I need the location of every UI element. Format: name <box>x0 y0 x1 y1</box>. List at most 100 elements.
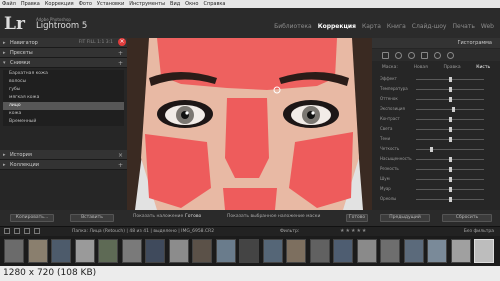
slider-handle[interactable] <box>449 177 452 182</box>
slider-handle[interactable] <box>449 127 452 132</box>
menu-window[interactable]: Окно <box>185 0 198 8</box>
history-header[interactable]: ▸ История × <box>0 150 127 160</box>
tab-edit[interactable]: Правка <box>443 65 460 70</box>
module-book[interactable]: Книга <box>387 23 406 30</box>
menu-edit[interactable]: Правка <box>21 0 40 8</box>
slider-handle[interactable] <box>449 197 452 202</box>
filmstrip-thumbnail[interactable] <box>51 239 71 263</box>
module-map[interactable]: Карта <box>362 23 381 30</box>
module-library[interactable]: Библиотека <box>274 23 312 30</box>
slider-handle[interactable] <box>429 147 433 152</box>
slider-handle[interactable] <box>449 87 452 92</box>
slider-handle[interactable] <box>449 117 452 122</box>
radial-filter-icon[interactable] <box>434 51 441 59</box>
clear-icon[interactable]: × <box>118 152 123 159</box>
copy-button[interactable]: Копировать... <box>10 214 54 222</box>
graduated-filter-icon[interactable] <box>421 51 428 59</box>
adjustment-brush-icon[interactable] <box>447 51 454 59</box>
slider-row[interactable]: Температура <box>372 86 500 93</box>
menu-help[interactable]: Справка <box>203 0 225 8</box>
red-eye-icon[interactable] <box>408 51 415 59</box>
filmstrip-thumbnail[interactable] <box>380 239 400 263</box>
slider-row[interactable]: Эффект <box>372 76 500 83</box>
slider-row[interactable]: Резкость <box>372 166 500 173</box>
slider-track[interactable] <box>416 109 484 110</box>
show-mask-toggle[interactable]: Показать наложение <box>133 214 183 219</box>
filmstrip-thumbnail[interactable] <box>215 239 236 263</box>
menu-develop[interactable]: Коррекция <box>45 0 74 8</box>
filmstrip-thumbnail[interactable] <box>145 239 165 263</box>
filmstrip-thumbnail[interactable] <box>168 239 189 263</box>
module-web[interactable]: Web <box>481 23 494 30</box>
filmstrip-thumbnail[interactable] <box>192 239 212 263</box>
list-item[interactable]: мягкая кожа <box>3 94 124 102</box>
back-icon[interactable] <box>24 228 30 234</box>
filmstrip-thumbnail[interactable] <box>309 239 330 263</box>
done-toggle[interactable]: Готово <box>185 214 201 219</box>
list-item[interactable]: волосы <box>3 78 124 86</box>
slider-handle[interactable] <box>449 167 452 172</box>
filmstrip-thumbnail[interactable] <box>450 239 471 263</box>
forward-icon[interactable] <box>34 228 40 234</box>
grid-icon[interactable] <box>4 228 10 234</box>
filmstrip-thumbnail[interactable] <box>121 239 142 263</box>
filmstrip-thumbnail[interactable] <box>403 239 424 263</box>
slider-row[interactable]: Тени <box>372 136 500 143</box>
slider-handle[interactable] <box>449 137 452 142</box>
filmstrip-thumbnail[interactable] <box>98 239 118 263</box>
slider-track[interactable] <box>416 149 484 150</box>
tab-brush[interactable]: Кисть <box>476 65 490 70</box>
slider-handle[interactable] <box>449 97 452 102</box>
filmstrip-thumbnail[interactable] <box>333 239 353 263</box>
filter-select[interactable]: Без фильтра <box>464 229 494 234</box>
module-slideshow[interactable]: Слайд-шоу <box>412 23 447 30</box>
filmstrip-thumbnail[interactable] <box>286 239 306 263</box>
slider-row[interactable]: Ореолы <box>372 196 500 203</box>
filmstrip-thumbnail[interactable] <box>239 239 259 263</box>
filmstrip-path[interactable]: Папка: Лица (Retouch) | 48 из 41 | выдел… <box>72 229 214 234</box>
star-filter[interactable]: ★★★★★ <box>340 228 367 234</box>
slider-row[interactable]: Муар <box>372 186 500 193</box>
done-button[interactable]: Готово <box>346 214 368 222</box>
slider-row[interactable]: Шум <box>372 176 500 183</box>
auto-mask-checkbox[interactable]: Показать выбранное наложение маски <box>227 214 320 219</box>
list-item[interactable]: Бархатная кожа <box>3 70 124 78</box>
slider-row[interactable]: Экспозиция <box>372 106 500 113</box>
filmstrip-thumbnail[interactable] <box>74 239 95 263</box>
loupe-icon[interactable] <box>14 228 20 234</box>
list-item-selected[interactable]: лицо <box>3 102 124 110</box>
slider-handle[interactable] <box>449 77 452 82</box>
crop-icon[interactable] <box>382 51 389 59</box>
add-preset-icon[interactable]: + <box>118 50 123 57</box>
filmstrip-thumbnail[interactable] <box>4 239 24 263</box>
reset-button[interactable]: Сбросить <box>442 214 492 222</box>
navigator-header[interactable]: ▸ Навигатор FIT FILL 1:1 3:1 × <box>0 38 127 48</box>
zoom-options[interactable]: FIT FILL 1:1 3:1 <box>79 40 113 45</box>
menu-view[interactable]: Вид <box>170 0 180 8</box>
paste-button[interactable]: Вставить <box>70 214 114 222</box>
module-develop[interactable]: Коррекция <box>318 23 356 30</box>
filmstrip-thumbnail[interactable] <box>474 239 494 263</box>
add-snapshot-icon[interactable]: + <box>118 60 123 67</box>
menu-tools[interactable]: Инструменты <box>129 0 165 8</box>
filmstrip-thumbnail[interactable] <box>27 239 48 263</box>
list-item[interactable]: Временный <box>3 118 124 126</box>
tab-new[interactable]: Новая <box>414 65 428 70</box>
slider-handle[interactable] <box>452 107 456 112</box>
presets-header[interactable]: ▸ Пресеты + <box>0 48 127 58</box>
module-print[interactable]: Печать <box>452 23 474 30</box>
slider-row[interactable]: Контраст <box>372 116 500 123</box>
collections-header[interactable]: ▸ Коллекции + <box>0 160 127 170</box>
list-item[interactable]: губы <box>3 86 124 94</box>
slider-row[interactable]: Четкость <box>372 146 500 153</box>
filmstrip-thumbnail[interactable] <box>356 239 377 263</box>
histogram-header[interactable]: Гистограмма <box>372 38 500 48</box>
filmstrip-thumbnail[interactable] <box>427 239 447 263</box>
slider-handle[interactable] <box>449 187 452 192</box>
list-item[interactable]: кожа <box>3 110 124 118</box>
spot-removal-icon[interactable] <box>395 51 402 59</box>
previous-button[interactable]: Предыдущий <box>380 214 430 222</box>
menu-file[interactable]: Файл <box>2 0 16 8</box>
menu-settings[interactable]: Установки <box>97 0 124 8</box>
slider-row[interactable]: Насыщенность <box>372 156 500 163</box>
